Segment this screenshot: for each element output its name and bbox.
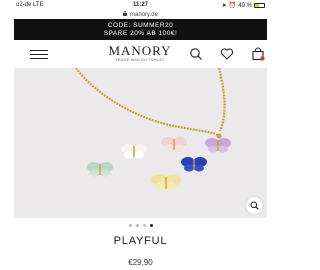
menu-icon[interactable] <box>30 49 48 59</box>
search-icon[interactable] <box>189 47 203 61</box>
battery-fill <box>255 4 260 7</box>
promo-discount-line: SPARE 20% AB 100€! <box>103 30 178 37</box>
bag-icon[interactable] <box>251 47 265 61</box>
product-price: €29,90 <box>128 258 153 267</box>
logo-tagline: TRAGE WAS DU FÜHLST <box>115 58 165 62</box>
site-header: MANORY TRAGE WAS DU FÜHLST <box>14 40 267 68</box>
battery-icon <box>254 3 265 8</box>
butterfly-pink <box>205 138 231 153</box>
gallery-dot[interactable] <box>128 224 132 227</box>
promo-code-line: CODE: SUMMER20 <box>107 22 174 29</box>
address-bar[interactable]: manory.de <box>0 10 281 19</box>
product-title: PLAYFUL <box>113 235 168 247</box>
location-icon: ➤ <box>221 3 227 9</box>
gallery-pagination <box>0 224 281 227</box>
lock-icon <box>123 10 128 18</box>
butterfly-blue <box>181 157 207 172</box>
battery-percent: 49 % <box>238 2 252 9</box>
logo-text: MANORY <box>108 43 172 58</box>
url-text[interactable]: manory.de <box>130 12 158 18</box>
status-right: ➤ ⏰ 49 % <box>222 2 265 9</box>
product-image[interactable] <box>14 68 267 218</box>
status-bar: o2-de LTE 11:27 ➤ ⏰ 49 % <box>0 0 281 10</box>
alarm-icon: ⏰ <box>228 3 237 9</box>
zoom-icon <box>250 197 259 215</box>
butterfly-mint <box>87 162 113 177</box>
gallery-dot[interactable] <box>142 224 146 227</box>
butterfly-peach <box>161 137 187 152</box>
promo-banner[interactable]: CODE: SUMMER20 SPARE 20% AB 100€! <box>14 19 267 40</box>
heart-icon[interactable] <box>220 47 234 61</box>
zoom-button[interactable] <box>246 197 263 214</box>
gallery-dot[interactable] <box>149 224 153 227</box>
site-logo[interactable]: MANORY TRAGE WAS DU FÜHLST <box>94 44 186 63</box>
necklace-photo <box>14 68 267 218</box>
gallery-dot[interactable] <box>135 224 139 227</box>
butterfly-white <box>121 144 147 159</box>
